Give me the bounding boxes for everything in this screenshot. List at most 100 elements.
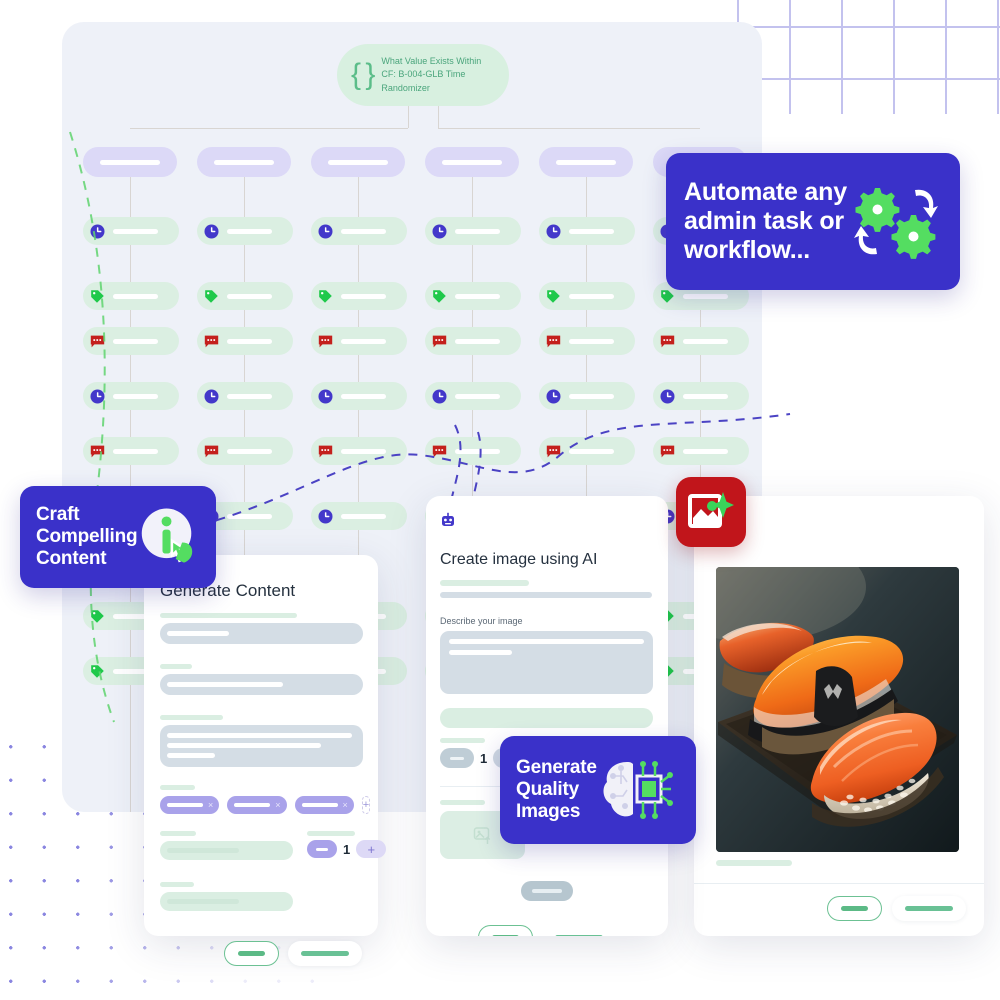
badge-craft-content[interactable]: Craft Compelling Content [20, 486, 216, 588]
node-pill-chat[interactable] [653, 327, 749, 355]
node-pill-clock[interactable] [653, 382, 749, 410]
caption-skeleton [716, 860, 792, 866]
node-pill-clock[interactable] [311, 502, 407, 530]
secondary-button[interactable] [827, 896, 882, 921]
quantity-stepper[interactable]: 1 + [307, 840, 387, 858]
clock-icon [432, 389, 447, 403]
node-pill-clock[interactable] [197, 217, 293, 245]
card-create-image: Create image using AI Describe your imag… [426, 496, 668, 936]
field-skeleton[interactable] [440, 708, 653, 728]
card-generate-content: Generate Content × × × + 1 + [144, 555, 387, 966]
node-pill-clock[interactable] [539, 382, 635, 410]
node-pill-clock[interactable] [197, 382, 293, 410]
badge-generate-images[interactable]: Generate Quality Images [500, 736, 696, 844]
stepper-value: 1 [343, 841, 351, 857]
chat-icon [204, 445, 219, 457]
node-pill-clock[interactable] [425, 382, 521, 410]
textarea-field[interactable] [160, 725, 363, 767]
node-pill-chat[interactable] [425, 327, 521, 355]
node-pill-purple[interactable] [425, 147, 519, 177]
describe-image-label: Describe your image [440, 616, 523, 626]
node-pill-purple[interactable] [83, 147, 177, 177]
text-input-field[interactable] [160, 674, 363, 695]
node-pill-purple[interactable] [197, 147, 291, 177]
subtitle-skeleton [440, 580, 529, 586]
node-pill-tag[interactable] [311, 282, 407, 310]
root-node-label: What Value Exists Within CF: B-004-GLB T… [381, 56, 482, 93]
badge-images-label: Generate Quality Images [516, 756, 597, 823]
clock-icon [90, 224, 105, 238]
node-pill-tag[interactable] [83, 282, 179, 310]
field-label-skeleton [160, 785, 195, 790]
node-pill-clock[interactable] [311, 217, 407, 245]
chat-icon [204, 335, 219, 347]
field-label-skeleton [160, 613, 297, 618]
badge-craft-label: Craft Compelling Content [36, 503, 138, 570]
card-generate-actions [160, 941, 362, 966]
select-field[interactable] [160, 892, 293, 911]
field-label-skeleton [160, 882, 194, 887]
card-image-result [694, 496, 984, 936]
clock-icon [318, 389, 333, 403]
tag-chip[interactable]: × [227, 796, 287, 814]
add-chip-button[interactable]: + [361, 796, 371, 814]
root-node[interactable]: { } What Value Exists Within CF: B-004-G… [337, 44, 509, 106]
badge-automate-label: Automate any admin task or workflow... [684, 178, 847, 264]
chat-icon [90, 335, 105, 347]
node-pill-chat[interactable] [539, 327, 635, 355]
badge-automate[interactable]: Automate any admin task or workflow... [666, 153, 960, 290]
chat-icon [546, 335, 561, 347]
stepper-decrement[interactable] [440, 748, 474, 768]
tag-icon [547, 289, 560, 303]
tag-icon [205, 289, 218, 303]
clock-icon [318, 224, 333, 238]
stepper-increment[interactable]: + [356, 840, 387, 858]
node-pill-chat[interactable] [197, 437, 293, 465]
salmon-nigiri-photo [716, 567, 959, 852]
grid-pattern-decoration [737, 0, 1000, 114]
node-pill-clock[interactable] [311, 382, 407, 410]
curly-braces-icon: { } [351, 58, 375, 91]
node-pill-clock[interactable] [83, 382, 179, 410]
node-pill-tag[interactable] [197, 282, 293, 310]
tag-icon [91, 609, 104, 623]
tag-icon [91, 664, 104, 678]
secondary-button[interactable] [478, 925, 533, 936]
node-pill-clock[interactable] [425, 217, 521, 245]
generate-button-skeleton[interactable] [521, 881, 573, 901]
ai-brain-chip-icon [603, 761, 673, 819]
field-label-skeleton [440, 800, 485, 805]
node-pill-chat[interactable] [653, 437, 749, 465]
node-pill-purple[interactable] [311, 147, 405, 177]
clock-icon [660, 389, 675, 403]
tag-chip[interactable]: × [160, 796, 220, 814]
node-pill-chat[interactable] [311, 437, 407, 465]
node-pill-tag[interactable] [539, 282, 635, 310]
node-pill-chat[interactable] [539, 437, 635, 465]
chat-icon [660, 445, 675, 457]
secondary-button[interactable] [224, 941, 279, 966]
primary-button[interactable] [288, 941, 362, 966]
primary-button[interactable] [892, 896, 966, 921]
node-pill-tag[interactable] [425, 282, 521, 310]
generated-image[interactable] [716, 567, 959, 852]
primary-button[interactable] [542, 925, 616, 936]
node-pill-clock[interactable] [539, 217, 635, 245]
image-upload-icon [473, 827, 490, 844]
tag-chip[interactable]: × [294, 796, 354, 814]
node-pill-chat[interactable] [83, 327, 179, 355]
select-field[interactable] [160, 841, 293, 860]
text-input-field[interactable] [160, 623, 363, 644]
describe-image-textarea[interactable] [440, 631, 653, 694]
node-pill-chat[interactable] [311, 327, 407, 355]
node-pill-chat[interactable] [197, 327, 293, 355]
stepper-decrement[interactable] [307, 840, 337, 858]
tag-icon [433, 289, 446, 303]
node-pill-purple[interactable] [539, 147, 633, 177]
node-pill-chat[interactable] [83, 437, 179, 465]
ai-image-app-icon[interactable] [676, 477, 746, 547]
node-pill-clock[interactable] [83, 217, 179, 245]
chat-icon [318, 335, 333, 347]
node-pill-chat[interactable] [425, 437, 521, 465]
divider [694, 883, 984, 884]
